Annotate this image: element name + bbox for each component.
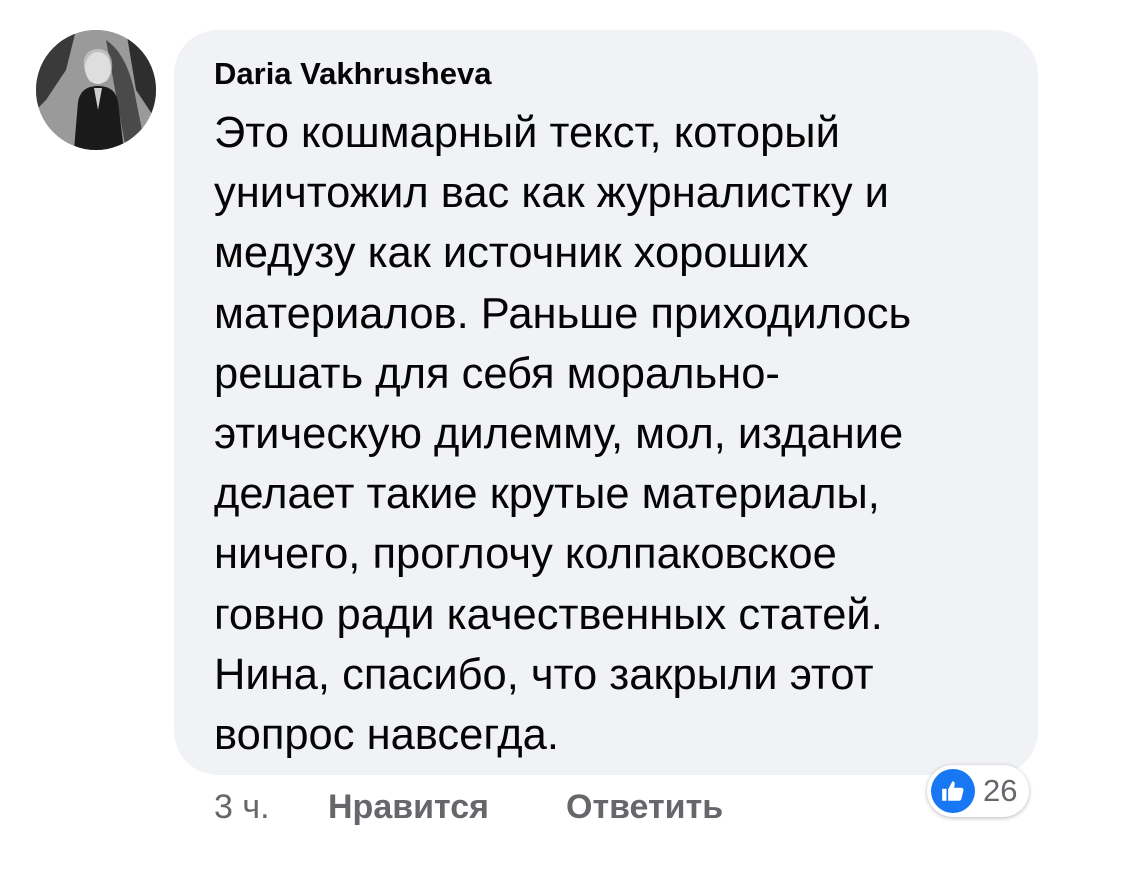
comment-line: этическую дилемму, мол, издание — [214, 410, 904, 459]
avatar-photo — [36, 30, 156, 150]
comment-timestamp[interactable]: 3 ч. — [214, 785, 270, 829]
comment-text: Это кошмарный текст, который уничтожил в… — [214, 103, 1024, 765]
comment-line: Нина, спасибо, что закрыли этот — [214, 650, 874, 699]
reactions-summary[interactable]: 26 — [927, 765, 1030, 817]
reply-button[interactable]: Ответить — [566, 785, 723, 829]
comment-line: медузу как источник хороших — [214, 229, 809, 278]
avatar[interactable] — [36, 30, 156, 150]
like-button[interactable]: Нравится — [328, 785, 489, 829]
reaction-count: 26 — [983, 773, 1018, 808]
comment-line: вопрос навсегда. — [214, 711, 559, 760]
comment-line: уничтожил вас как журналистку и — [214, 169, 889, 218]
thumbs-up-icon — [931, 769, 975, 813]
comment-line: ничего, проглочу колпаковское — [214, 530, 837, 579]
comment-line: материалов. Раньше приходилось — [214, 289, 912, 338]
comment-author[interactable]: Daria Vakhrusheva — [214, 56, 491, 92]
comment-line: решать для себя морально- — [214, 349, 780, 398]
comment-line: Это кошмарный текст, который — [214, 109, 840, 157]
comment-line: говно ради качественных статей. — [214, 590, 883, 639]
comment-line: делает такие крутые материалы, — [214, 470, 880, 519]
